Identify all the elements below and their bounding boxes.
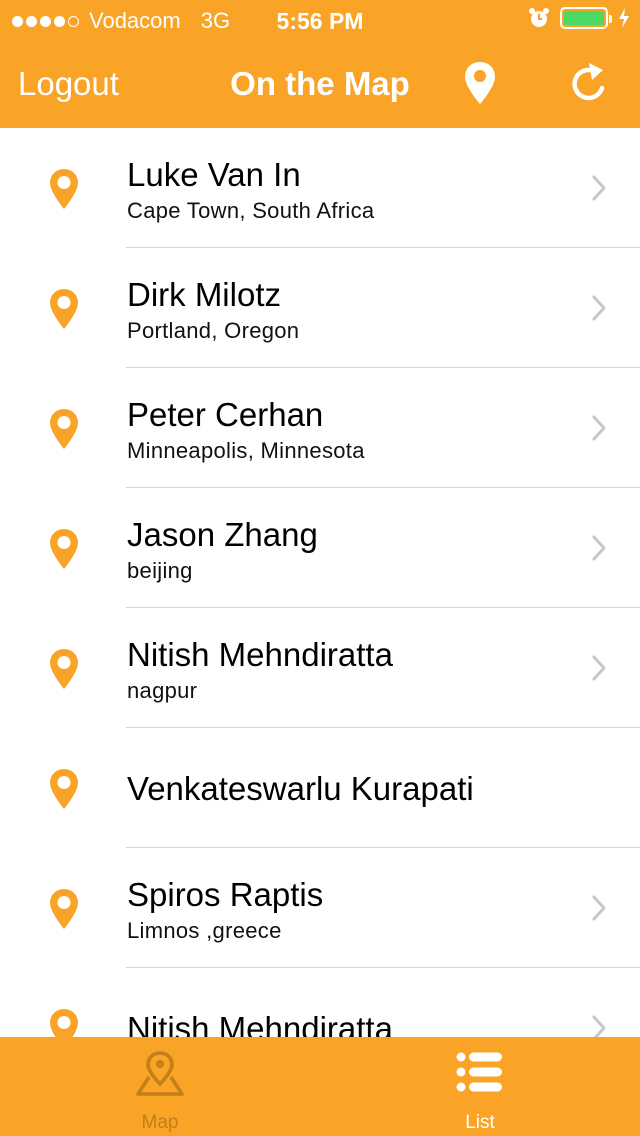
pin-icon[interactable] (462, 60, 498, 106)
student-row[interactable]: Nitish Mehndiratta nagpur (0, 608, 640, 728)
location-pin-icon (50, 769, 78, 809)
chevron-right-icon (592, 415, 606, 441)
header: Vodacom 3G 5:56 PM Logout On the Map (0, 0, 640, 128)
location-pin-icon (50, 529, 78, 569)
chevron-right-icon (592, 895, 606, 921)
location-pin-icon (50, 889, 78, 929)
location-pin-icon (50, 169, 78, 209)
student-location: Cape Town, South Africa (127, 198, 375, 223)
tab-map-label: Map (141, 1112, 179, 1133)
battery-icon (560, 7, 612, 29)
student-row[interactable]: Jason Zhang beijing (0, 488, 640, 608)
student-name: Luke Van In (127, 156, 301, 193)
student-name: Peter Cerhan (127, 396, 324, 433)
student-row[interactable]: Spiros Raptis Limnos ,greece (0, 848, 640, 968)
student-list: Luke Van In Cape Town, South Africa Dirk M… (0, 128, 640, 1037)
list-icon (456, 1052, 502, 1092)
student-location: Limnos ,greece (127, 918, 282, 943)
status-right (528, 7, 630, 29)
student-row[interactable]: Luke Van In Cape Town, South Africa (0, 128, 640, 248)
student-row[interactable]: Dirk Milotz Portland, Oregon (0, 248, 640, 368)
student-name: Nitish Mehndiratta (127, 1010, 393, 1037)
student-name: Nitish Mehndiratta (127, 636, 393, 673)
student-name: Spiros Raptis (127, 876, 324, 913)
student-location: Minneapolis, Minnesota (127, 438, 365, 463)
chevron-right-icon (592, 175, 606, 201)
tab-map[interactable]: Map (80, 1037, 240, 1136)
chevron-right-icon (592, 655, 606, 681)
battery-fill (564, 11, 604, 25)
tab-list-label: List (465, 1112, 495, 1133)
alarm-icon (529, 8, 549, 27)
student-row[interactable]: Venkateswarlu Kurapati (0, 728, 640, 848)
chevron-right-icon (592, 535, 606, 561)
tab-list[interactable]: List (400, 1037, 560, 1136)
student-name: Dirk Milotz (127, 276, 281, 313)
student-name: Jason Zhang (127, 516, 318, 553)
student-location: Portland, Oregon (127, 318, 300, 343)
student-name: Venkateswarlu Kurapati (127, 770, 474, 807)
chevron-right-icon (592, 1015, 606, 1037)
location-pin-icon (50, 649, 78, 689)
student-row[interactable]: Peter Cerhan Minneapolis, Minnesota (0, 368, 640, 488)
location-pin-icon (50, 289, 78, 329)
tab-bar: Map List (0, 1037, 640, 1136)
refresh-icon[interactable] (568, 60, 612, 106)
location-pin-icon (50, 1009, 78, 1037)
chevron-right-icon (592, 295, 606, 321)
status-bar: Vodacom 3G 5:56 PM (0, 0, 640, 40)
charging-icon (619, 8, 629, 28)
student-location: beijing (127, 558, 193, 583)
app-screen: Vodacom 3G 5:56 PM Logout On the Map Luk… (0, 0, 640, 1136)
student-row[interactable]: Nitish Mehndiratta (0, 968, 640, 1037)
page-title: On the Map (230, 65, 410, 102)
navigation-bar: Logout On the Map (0, 40, 640, 128)
student-location: nagpur (127, 678, 198, 703)
location-pin-icon (50, 409, 78, 449)
map-icon (136, 1051, 184, 1096)
